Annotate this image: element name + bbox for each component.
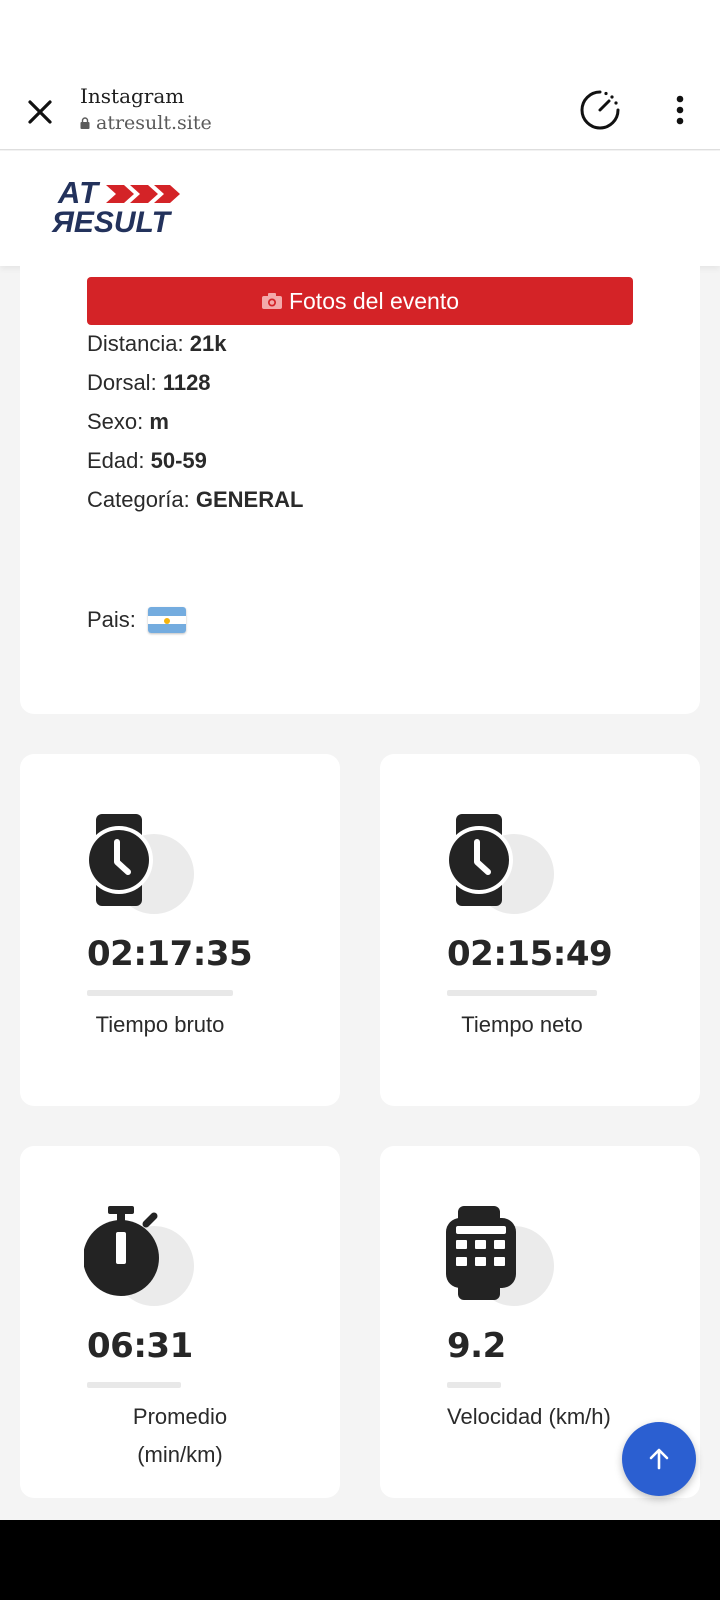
argentina-flag-icon: [148, 607, 187, 633]
net-time-label: Tiempo neto: [461, 1012, 583, 1037]
gross-time-value: 02:17:35: [87, 934, 253, 974]
status-bar-area: [0, 0, 720, 80]
scroll-to-top-button[interactable]: [622, 1422, 696, 1496]
distance-value: 21k: [189, 331, 227, 356]
in-app-browser-bar: Instagram atresult.site: [0, 80, 720, 150]
distance-label: Distancia:: [87, 331, 184, 356]
more-options-button[interactable]: [664, 92, 696, 128]
sex-label: Sexo:: [87, 409, 144, 434]
browser-url-text: atresult.site: [96, 112, 212, 134]
bib-row: Dorsal: 1128: [87, 369, 211, 397]
site-header: AT ЯESULT: [0, 151, 720, 266]
pace-label-line2: (min/km): [137, 1442, 223, 1467]
watch-icon: [445, 814, 554, 914]
divider: [87, 1382, 181, 1388]
stat-card-net-time: 02:15:49 Tiempo neto: [380, 754, 700, 1106]
divider: [447, 990, 597, 996]
gross-time-label: Tiempo bruto: [95, 1012, 225, 1037]
stat-card-gross-time: 02:17:35 Tiempo bruto: [20, 754, 340, 1106]
stopwatch-icon: [84, 1206, 194, 1306]
participant-info-card: Fotos del evento Distancia: 21k Dorsal: …: [20, 266, 700, 714]
sex-value: m: [149, 409, 169, 434]
category-label: Categoría:: [87, 487, 190, 512]
speed-timer-icon: [580, 90, 620, 130]
pace-label: Promedio (min/km): [100, 1398, 260, 1474]
vertical-dots-icon: [676, 95, 684, 125]
bib-label: Dorsal:: [87, 370, 157, 395]
browser-title: Instagram: [80, 84, 185, 108]
event-photos-button[interactable]: Fotos del evento: [87, 277, 633, 325]
country-row: Pais:: [87, 606, 187, 634]
page-speed-button[interactable]: [578, 88, 622, 132]
pace-value: 06:31: [87, 1326, 193, 1366]
browser-url[interactable]: atresult.site: [80, 112, 212, 134]
category-row: Categoría: GENERAL: [87, 486, 303, 514]
system-navigation-bar: [0, 1520, 720, 1600]
event-photos-label: Fotos del evento: [288, 287, 460, 314]
divider: [447, 1382, 501, 1388]
watch-icon: [85, 814, 194, 914]
distance-row: Distancia: 21k: [87, 330, 226, 358]
net-time-value: 02:15:49: [447, 934, 613, 974]
speed-value: 9.2: [447, 1326, 506, 1366]
category-value: GENERAL: [195, 487, 304, 512]
bib-value: 1128: [162, 370, 211, 395]
close-icon: [28, 100, 52, 124]
speed-label: Velocidad (km/h): [447, 1404, 611, 1429]
calculator-watch-icon: [446, 1206, 554, 1306]
divider: [87, 990, 233, 996]
age-row: Edad: 50-59: [87, 447, 207, 475]
pace-label-line1: Promedio: [132, 1404, 228, 1429]
age-label: Edad:: [87, 448, 145, 473]
logo-text-bottom: ЯESULT: [52, 206, 170, 239]
stat-card-pace: 06:31 Promedio (min/km): [20, 1146, 340, 1498]
atresult-logo[interactable]: AT ЯESULT: [52, 177, 182, 241]
arrow-up-icon: [649, 1448, 669, 1470]
logo-chevrons-icon: [106, 185, 180, 203]
lock-icon: [80, 117, 90, 129]
age-value: 50-59: [150, 448, 207, 473]
close-button[interactable]: [22, 94, 58, 130]
country-label: Pais:: [87, 607, 136, 632]
logo-text-top: AT: [58, 175, 100, 210]
camera-icon: [261, 293, 282, 309]
sex-row: Sexo: m: [87, 408, 169, 436]
